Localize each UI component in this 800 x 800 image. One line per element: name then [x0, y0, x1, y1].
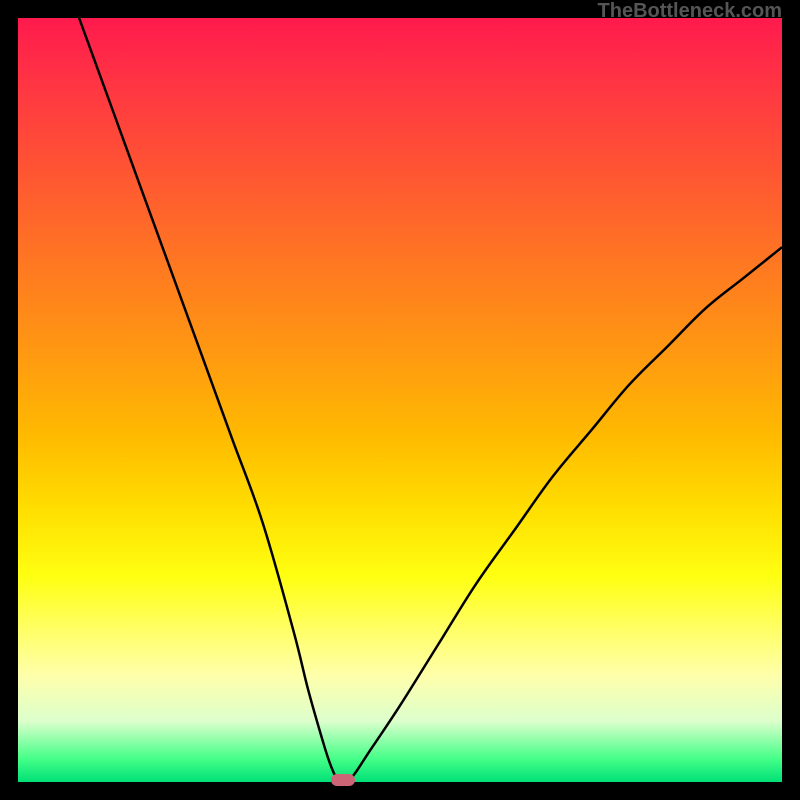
optimal-point-marker	[331, 774, 355, 786]
bottleneck-curve	[18, 18, 782, 782]
chart-frame	[18, 18, 782, 782]
watermark-text: TheBottleneck.com	[598, 0, 782, 23]
